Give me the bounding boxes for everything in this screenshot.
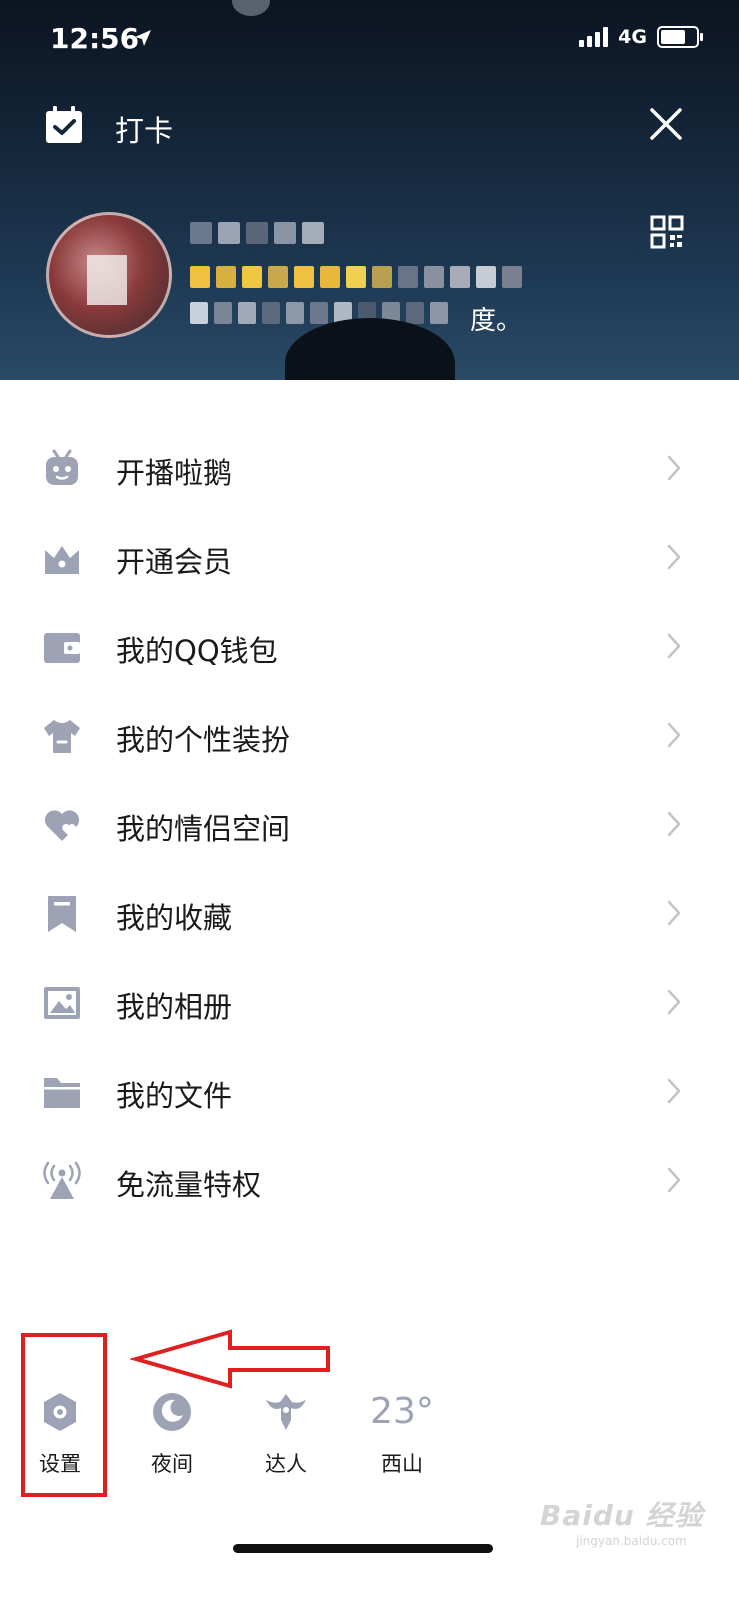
photo-album-icon xyxy=(44,987,80,1019)
menu-item-personalize[interactable]: 我的个性装扮 xyxy=(0,692,739,781)
wallet-icon xyxy=(44,633,80,663)
menu-item-label: 免流量特权 xyxy=(116,1168,262,1202)
chevron-right-icon xyxy=(667,1078,681,1104)
bookmark-icon xyxy=(48,896,76,932)
chevron-right-icon xyxy=(667,1167,681,1193)
menu-item-album[interactable]: 我的相册 xyxy=(0,959,739,1048)
menu-item-free-data[interactable]: 免流量特权 xyxy=(0,1137,739,1226)
menu-item-live[interactable]: 开播啦鹅 xyxy=(0,425,739,514)
chevron-right-icon xyxy=(667,544,681,570)
status-indicators: 4G xyxy=(579,26,703,48)
menu-item-couple-space[interactable]: 我的情侣空间 xyxy=(0,781,739,870)
chevron-right-icon xyxy=(667,455,681,481)
home-indicator xyxy=(233,1544,493,1553)
close-icon[interactable] xyxy=(648,106,684,142)
network-type: 4G xyxy=(618,26,647,48)
tv-mascot-icon xyxy=(46,449,78,485)
menu-item-label: 我的收藏 xyxy=(116,901,233,935)
watermark-brand: Baidu 经验 xyxy=(540,1499,704,1532)
weather-location: 西山 xyxy=(381,1452,423,1476)
chevron-right-icon xyxy=(667,811,681,837)
menu-item-label: 我的文件 xyxy=(116,1079,233,1113)
menu-item-vip[interactable]: 开通会员 xyxy=(0,514,739,603)
vip-badges-blurred xyxy=(190,266,522,288)
location-arrow-icon xyxy=(135,30,151,46)
broadcast-tower-icon xyxy=(43,1161,81,1199)
menu-item-wallet[interactable]: 我的QQ钱包 xyxy=(0,603,739,692)
night-mode-button[interactable]: 夜间 xyxy=(122,1390,222,1478)
weather-temperature: 23° xyxy=(370,1391,434,1432)
menu-item-files[interactable]: 我的文件 xyxy=(0,1048,739,1137)
avatar[interactable] xyxy=(46,212,172,338)
night-label: 夜间 xyxy=(151,1452,193,1476)
winged-badge-icon xyxy=(266,1394,306,1430)
profile-header: 12:56 4G 打卡 度。 xyxy=(0,0,739,380)
folder-icon xyxy=(44,1078,80,1108)
menu-item-label: 我的个性装扮 xyxy=(116,723,291,757)
calendar-check-icon[interactable] xyxy=(44,105,84,145)
cellular-signal-icon xyxy=(579,27,609,47)
checkin-label[interactable]: 打卡 xyxy=(115,108,173,150)
nickname-blurred xyxy=(190,222,324,244)
menu-item-label: 我的情侣空间 xyxy=(116,812,291,846)
annotation-arrow-icon xyxy=(130,1329,330,1389)
menu-item-label: 我的相册 xyxy=(116,990,233,1024)
moon-decoration xyxy=(232,0,270,16)
menu-item-label: 开播啦鹅 xyxy=(116,456,233,490)
expert-button[interactable]: 达人 xyxy=(236,1390,336,1478)
expert-label: 达人 xyxy=(265,1452,307,1476)
crown-icon xyxy=(45,546,79,574)
couple-heart-icon xyxy=(44,810,80,841)
qr-code-icon[interactable] xyxy=(650,215,684,249)
moon-icon xyxy=(153,1393,191,1431)
tree-silhouette xyxy=(285,318,455,380)
status-time: 12:56 xyxy=(50,22,140,55)
annotation-highlight-box xyxy=(21,1333,107,1497)
chevron-right-icon xyxy=(667,989,681,1015)
menu-item-favorites[interactable]: 我的收藏 xyxy=(0,870,739,959)
chevron-right-icon xyxy=(667,900,681,926)
menu-item-label: 开通会员 xyxy=(116,545,233,579)
chevron-right-icon xyxy=(667,722,681,748)
menu-item-label: 我的QQ钱包 xyxy=(116,634,278,668)
watermark-url: jingyan.baidu.com xyxy=(576,1534,687,1548)
tshirt-icon xyxy=(44,720,80,753)
signature-blurred xyxy=(190,302,448,324)
signature-tail: 度。 xyxy=(470,306,523,336)
bottom-dock: 设置 夜间 达人 23° 西山 xyxy=(0,1390,739,1510)
chevron-right-icon xyxy=(667,633,681,659)
weather-widget[interactable]: 23° 西山 xyxy=(352,1390,452,1478)
battery-icon xyxy=(657,26,703,48)
